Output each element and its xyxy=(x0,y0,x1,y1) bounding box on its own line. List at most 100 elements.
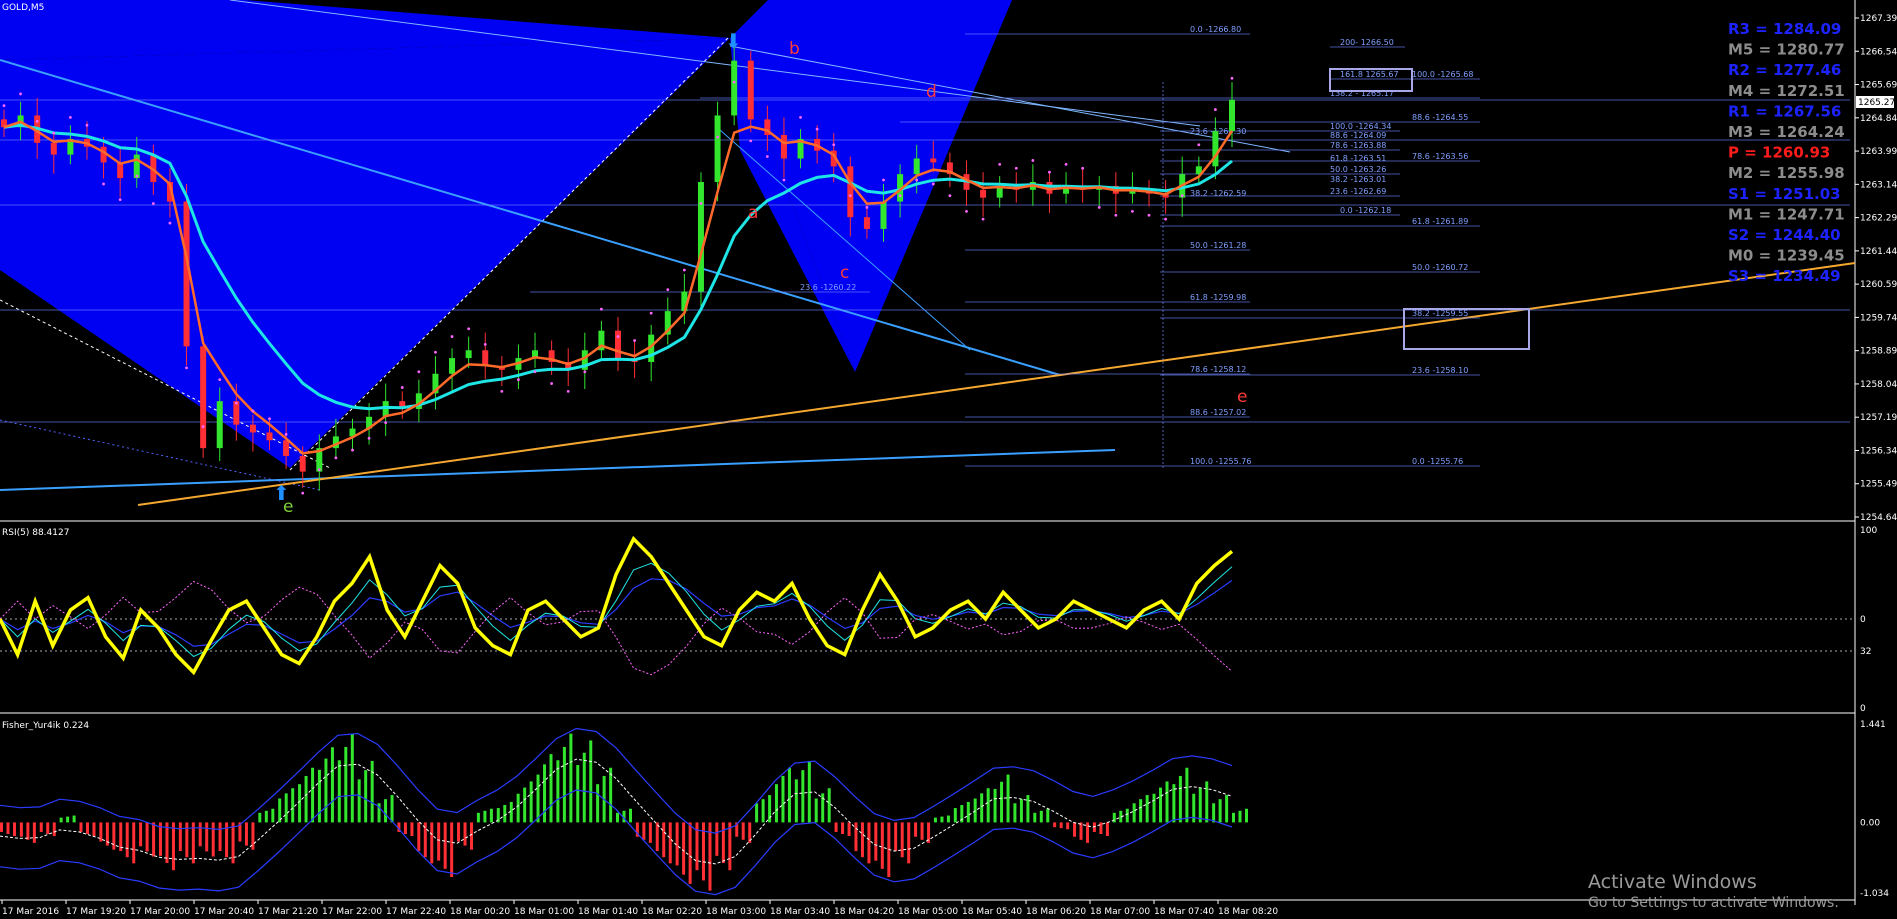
fisher-bar xyxy=(1185,767,1189,823)
psar-dot xyxy=(1230,76,1234,80)
fisher-bar xyxy=(125,822,129,858)
fisher-bar xyxy=(1212,803,1216,823)
fisher-bar xyxy=(178,822,182,852)
price-tick-label: 1267.39 xyxy=(1860,14,1897,24)
fisher-bar xyxy=(781,775,785,823)
psar-dot xyxy=(799,116,802,119)
fisher-axis-label: 1.441 xyxy=(1860,720,1886,730)
fisher-bar xyxy=(616,812,619,823)
fisher-bar xyxy=(1159,787,1163,823)
fisher-bar xyxy=(112,822,116,850)
wave-label-c: c xyxy=(840,263,849,283)
fisher-bar xyxy=(1019,799,1023,823)
candle-body xyxy=(847,166,854,218)
fisher-bar xyxy=(72,815,76,823)
psar-dot xyxy=(998,162,1002,166)
fib-label: 23.6 -1260.22 xyxy=(800,283,856,292)
psar-dot xyxy=(483,343,487,346)
psar-dot xyxy=(351,448,354,452)
psar-dot xyxy=(550,382,554,385)
price-tick-label: 1257.19 xyxy=(1860,413,1897,423)
fib-label: 61.8 -1261.89 xyxy=(1412,217,1468,226)
fisher-bar xyxy=(648,822,652,843)
price-tick-label: 1265.69 xyxy=(1860,81,1897,91)
price-tick-label: 1263.14 xyxy=(1860,180,1897,190)
psar-dot xyxy=(1081,166,1085,170)
fisher-bar xyxy=(437,822,441,861)
psar-dot xyxy=(500,389,504,393)
candle-body xyxy=(299,455,306,472)
fisher-bar xyxy=(476,812,480,823)
fisher-bar xyxy=(171,822,175,871)
candle-body xyxy=(731,60,738,116)
psar-dot xyxy=(251,409,255,413)
fisher-bar xyxy=(549,754,553,823)
price-tick-label: 1254.64 xyxy=(1860,513,1897,523)
fib-label: 100.0 -1255.76 xyxy=(1190,457,1251,466)
fisher-bar xyxy=(1079,822,1083,840)
fisher-bar xyxy=(13,822,16,837)
chart-canvas[interactable]: 0.0 -1266.80 200- 1266.50 161.8 1265.67 100… xyxy=(0,0,1897,919)
fisher-axis-label: 0.00 xyxy=(1860,818,1880,828)
psar-dot xyxy=(782,178,786,182)
candle-body xyxy=(200,346,207,449)
psar-dot xyxy=(1164,217,1168,221)
psar-dot xyxy=(600,307,603,311)
psar-dot xyxy=(865,206,869,209)
fisher-bar xyxy=(19,822,23,837)
fisher-bar xyxy=(801,770,805,823)
fisher-bar xyxy=(450,822,454,878)
candle-body xyxy=(465,350,472,359)
fib-label: 38.2 -1259.55 xyxy=(1412,309,1468,318)
fib-label: 23.6 -1262.69 xyxy=(1330,187,1386,196)
psar-dot xyxy=(301,491,305,495)
fib-label: 78.6 -1258.12 xyxy=(1190,365,1246,374)
fisher-bar xyxy=(489,808,493,823)
fisher-bar xyxy=(966,801,970,823)
price-tick-label: 1261.44 xyxy=(1860,247,1897,257)
fisher-bar xyxy=(1245,808,1248,823)
fisher-bar xyxy=(79,822,83,832)
fisher-bar xyxy=(953,808,957,823)
fisher-bar xyxy=(311,767,315,823)
down-arrow-icon: ⬇ xyxy=(725,29,742,53)
fisher-bar xyxy=(874,822,878,861)
fisher-bar xyxy=(1232,812,1235,823)
psar-dot xyxy=(35,119,39,123)
candle-body xyxy=(233,401,240,425)
psar-dot xyxy=(931,182,935,186)
fisher-bar xyxy=(32,822,36,843)
psar-dot xyxy=(1064,162,1068,166)
fisher-bar xyxy=(1145,795,1149,823)
fisher-bar xyxy=(741,822,745,840)
fisher-pane xyxy=(0,727,1248,896)
fisher-bar xyxy=(6,822,10,835)
fib-label: 88.6 -1264.55 xyxy=(1412,113,1468,122)
fisher-bar xyxy=(145,822,149,852)
time-tick-label: 17 Mar 20:40 xyxy=(194,907,254,917)
price-tick-label: 1263.99 xyxy=(1860,147,1897,157)
time-tick-label: 18 Mar 01:00 xyxy=(514,907,574,917)
fisher-bar xyxy=(46,822,50,835)
fisher-bar xyxy=(271,808,275,823)
pivot-label: M2 = 1255.98 xyxy=(1728,164,1845,182)
fisher-bar xyxy=(1152,793,1156,823)
time-tick-label: 18 Mar 05:00 xyxy=(898,907,958,917)
fisher-bar xyxy=(894,822,898,852)
fisher-bar xyxy=(993,788,997,823)
fisher-bar xyxy=(1046,808,1050,823)
fib-label: 88.6 -1264.09 xyxy=(1330,131,1386,140)
pivot-label: S3 = 1234.49 xyxy=(1728,267,1841,285)
price-tick-label: 1260.59 xyxy=(1860,280,1897,290)
psar-dot xyxy=(1031,159,1035,162)
pivot-label: S2 = 1244.40 xyxy=(1728,226,1841,244)
rsi-axis-label: 100 xyxy=(1860,526,1877,536)
fisher-bar xyxy=(1172,784,1176,823)
psar-dot xyxy=(965,209,968,213)
psar-dot xyxy=(19,92,22,96)
fisher-bar xyxy=(185,822,189,858)
fisher-bar xyxy=(1086,822,1090,843)
wave-label-a: a xyxy=(748,203,758,223)
pivot-label: M4 = 1272.51 xyxy=(1728,82,1845,100)
fisher-bar xyxy=(417,822,421,852)
